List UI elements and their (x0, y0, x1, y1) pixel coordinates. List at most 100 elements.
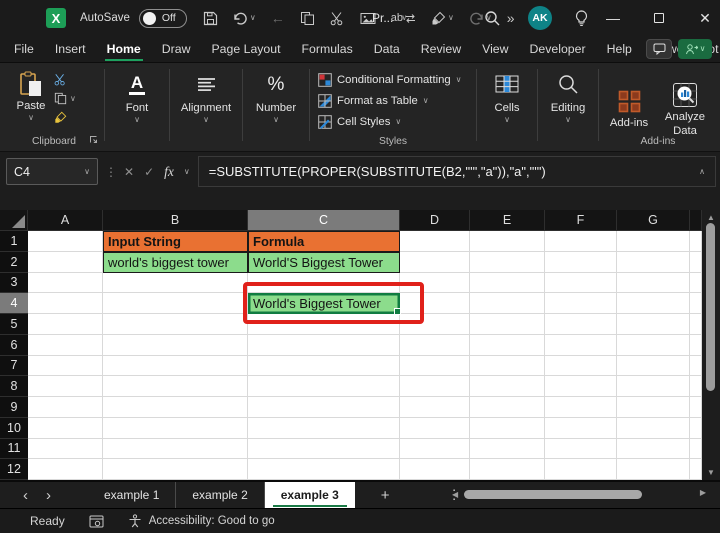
column-header-C[interactable]: C (248, 210, 400, 231)
scroll-right-icon[interactable]: ▶ (700, 488, 706, 497)
cell-A5[interactable] (28, 314, 103, 335)
cell-E3[interactable] (470, 273, 545, 294)
cell-F1[interactable] (545, 231, 617, 252)
cell-D6[interactable] (400, 335, 470, 356)
menu-formulas[interactable]: Formulas (302, 42, 353, 56)
comments-button[interactable] (646, 39, 672, 59)
cell-A11[interactable] (28, 439, 103, 460)
cell-A8[interactable] (28, 376, 103, 397)
cell-F11[interactable] (545, 439, 617, 460)
menu-draw[interactable]: Draw (162, 42, 191, 56)
cell-C1[interactable]: Formula (248, 231, 400, 252)
cell-D12[interactable] (400, 459, 470, 480)
chevron-down-icon[interactable]: ∨ (448, 14, 454, 22)
cell-C10[interactable] (248, 418, 400, 439)
sheet-tab-example-1[interactable]: example 1 (88, 482, 176, 508)
cell-E9[interactable] (470, 397, 545, 418)
copy-button[interactable]: ∨ (54, 92, 76, 105)
cell-G4[interactable] (617, 293, 690, 314)
cell-C7[interactable] (248, 356, 400, 377)
scroll-up-icon[interactable]: ▲ (702, 213, 720, 222)
document-title[interactable]: Pr... ∨ (372, 0, 407, 36)
cell-G9[interactable] (617, 397, 690, 418)
cell-D11[interactable] (400, 439, 470, 460)
row-header-5[interactable]: 5 (0, 314, 28, 335)
cell-E6[interactable] (470, 335, 545, 356)
cell-F9[interactable] (545, 397, 617, 418)
search-button[interactable] (484, 0, 501, 36)
cell-F12[interactable] (545, 459, 617, 480)
select-all-button[interactable] (0, 210, 28, 231)
column-header-E[interactable]: E (470, 210, 545, 231)
format-painter-icon[interactable] (54, 111, 67, 124)
addins-button[interactable]: Add-ins (603, 89, 655, 131)
menu-file[interactable]: File (14, 42, 34, 56)
cell-C9[interactable] (248, 397, 400, 418)
conditional-formatting-button[interactable]: Conditional Formatting ∨ (318, 69, 462, 90)
autosave-toggle[interactable]: Off (139, 9, 187, 28)
formula-input[interactable]: =SUBSTITUTE(PROPER(SUBSTITUTE(B2,"'","a"… (198, 156, 716, 187)
cell-G2[interactable] (617, 252, 690, 273)
confirm-entry-button[interactable]: ✓ (144, 165, 154, 179)
cancel-entry-button[interactable]: ✕ (124, 165, 134, 179)
cell-G8[interactable] (617, 376, 690, 397)
clipboard-dialog-launcher[interactable] (89, 133, 98, 147)
cell-D7[interactable] (400, 356, 470, 377)
tell-me-button[interactable] (574, 0, 589, 36)
column-header-F[interactable]: F (545, 210, 617, 231)
cell-A12[interactable] (28, 459, 103, 480)
cell-F2[interactable] (545, 252, 617, 273)
cell-G5[interactable] (617, 314, 690, 335)
vertical-scrollbar-thumb[interactable] (706, 223, 715, 391)
more-commands-icon[interactable]: » (507, 11, 515, 25)
cell-B3[interactable] (103, 273, 248, 294)
cell-A1[interactable] (28, 231, 103, 252)
editing-group-button[interactable]: Editing ∨ (542, 63, 594, 151)
save-button[interactable] (203, 11, 218, 26)
account-avatar[interactable]: AK (528, 0, 552, 36)
row-header-12[interactable]: 12 (0, 459, 28, 480)
scroll-left-icon[interactable]: ◀ (452, 490, 458, 499)
cell-A6[interactable] (28, 335, 103, 356)
menu-data[interactable]: Data (374, 42, 400, 56)
cell-G1[interactable] (617, 231, 690, 252)
cell-C12[interactable] (248, 459, 400, 480)
prev-sheet-button[interactable]: ‹ (14, 487, 37, 504)
row-header-7[interactable]: 7 (0, 356, 28, 377)
sheet-tab-example-3[interactable]: example 3 (265, 482, 355, 508)
cell-B8[interactable] (103, 376, 248, 397)
cell-G10[interactable] (617, 418, 690, 439)
vertical-scrollbar[interactable]: ▲ ▼ (702, 210, 720, 480)
expand-formula-bar-icon[interactable]: ∧ (699, 168, 705, 176)
cell-B9[interactable] (103, 397, 248, 418)
cell-A4[interactable] (28, 293, 103, 314)
draw-button[interactable]: ∨ (431, 11, 454, 26)
share-button[interactable]: ∨ (678, 39, 712, 59)
row-header-1[interactable]: 1 (0, 231, 28, 252)
row-header-10[interactable]: 10 (0, 418, 28, 439)
font-group-button[interactable]: A Font ∨ (109, 63, 165, 151)
cell-F4[interactable] (545, 293, 617, 314)
column-header-G[interactable]: G (617, 210, 690, 231)
row-header-3[interactable]: 3 (0, 273, 28, 294)
cell-G12[interactable] (617, 459, 690, 480)
new-sheet-button[interactable]: + (381, 487, 390, 504)
close-button[interactable]: ✕ (696, 0, 714, 36)
cell-B5[interactable] (103, 314, 248, 335)
insert-function-button[interactable]: fx (164, 164, 174, 180)
cell-E4[interactable] (470, 293, 545, 314)
cell-G3[interactable] (617, 273, 690, 294)
chevron-down-icon[interactable]: ∨ (250, 14, 256, 22)
cell-B2[interactable]: world's biggest tower (103, 252, 248, 273)
cell-E12[interactable] (470, 459, 545, 480)
cell-D8[interactable] (400, 376, 470, 397)
cell-A9[interactable] (28, 397, 103, 418)
column-header-A[interactable]: A (28, 210, 103, 231)
cell-B1[interactable]: Input String (103, 231, 248, 252)
minimize-button[interactable]: — (604, 0, 622, 36)
back-button[interactable]: ← (271, 11, 285, 25)
cell-E8[interactable] (470, 376, 545, 397)
number-group-button[interactable]: % Number ∨ (247, 63, 305, 151)
cell-A2[interactable] (28, 252, 103, 273)
accessibility-button[interactable] (128, 514, 142, 528)
